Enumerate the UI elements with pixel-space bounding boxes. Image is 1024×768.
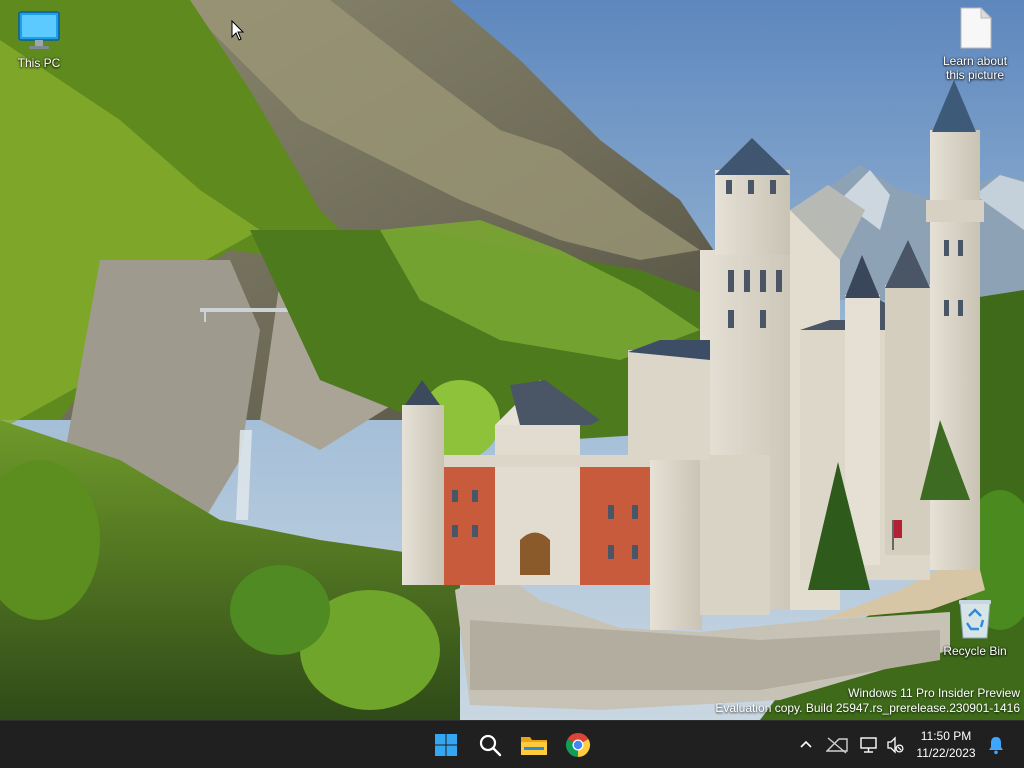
folder-icon [521, 737, 547, 755]
clock-date: 11/22/2023 [916, 746, 976, 760]
learn-about-picture-desktop-icon[interactable]: Learn about this picture [935, 6, 1015, 82]
document-icon [960, 6, 993, 49]
bell-icon [989, 737, 1003, 755]
no-internet-icon [826, 737, 848, 754]
this-pc-desktop-icon[interactable]: This PC [0, 8, 79, 70]
clock-time: 11:50 PM [920, 729, 972, 743]
speaker-muted-icon [887, 736, 904, 754]
watermark-edition: Windows 11 Pro Insider Preview [848, 686, 1020, 700]
clock[interactable]: 11:50 PM 11/22/2023 [908, 728, 984, 762]
chrome-button[interactable] [558, 725, 598, 765]
start-button[interactable] [426, 725, 466, 765]
recycle-bin-icon [959, 600, 991, 639]
wallpaper-image [0, 0, 1024, 720]
desktop[interactable]: This PC Learn about this picture Recycle… [0, 0, 1024, 720]
monitor-icon [18, 11, 60, 49]
evaluation-watermark: Windows 11 Pro Insider Preview Evaluatio… [715, 686, 1020, 716]
recycle-bin-desktop-icon[interactable]: Recycle Bin [935, 596, 1015, 658]
file-explorer-button[interactable] [514, 725, 554, 765]
this-pc-label: This PC [17, 56, 61, 70]
chevron-up-icon [800, 740, 812, 748]
taskbar: 11:50 PM 11/22/2023 [0, 720, 1024, 768]
notifications-button[interactable] [985, 733, 1007, 757]
search-icon [479, 734, 502, 757]
mouse-cursor-icon [231, 20, 245, 41]
network-display-button[interactable] [858, 733, 880, 757]
display-network-icon [860, 737, 877, 753]
windows-logo-icon [435, 734, 457, 756]
learn-about-picture-label: Learn about this picture [942, 54, 1008, 82]
watermark-build: Evaluation copy. Build 25947.rs_prerelea… [715, 701, 1020, 715]
network-status-button[interactable] [826, 733, 848, 757]
show-hidden-icons-button[interactable] [795, 733, 817, 757]
recycle-bin-label: Recycle Bin [943, 644, 1007, 658]
search-button[interactable] [470, 725, 510, 765]
volume-button[interactable] [884, 733, 906, 757]
chrome-icon [565, 733, 591, 757]
